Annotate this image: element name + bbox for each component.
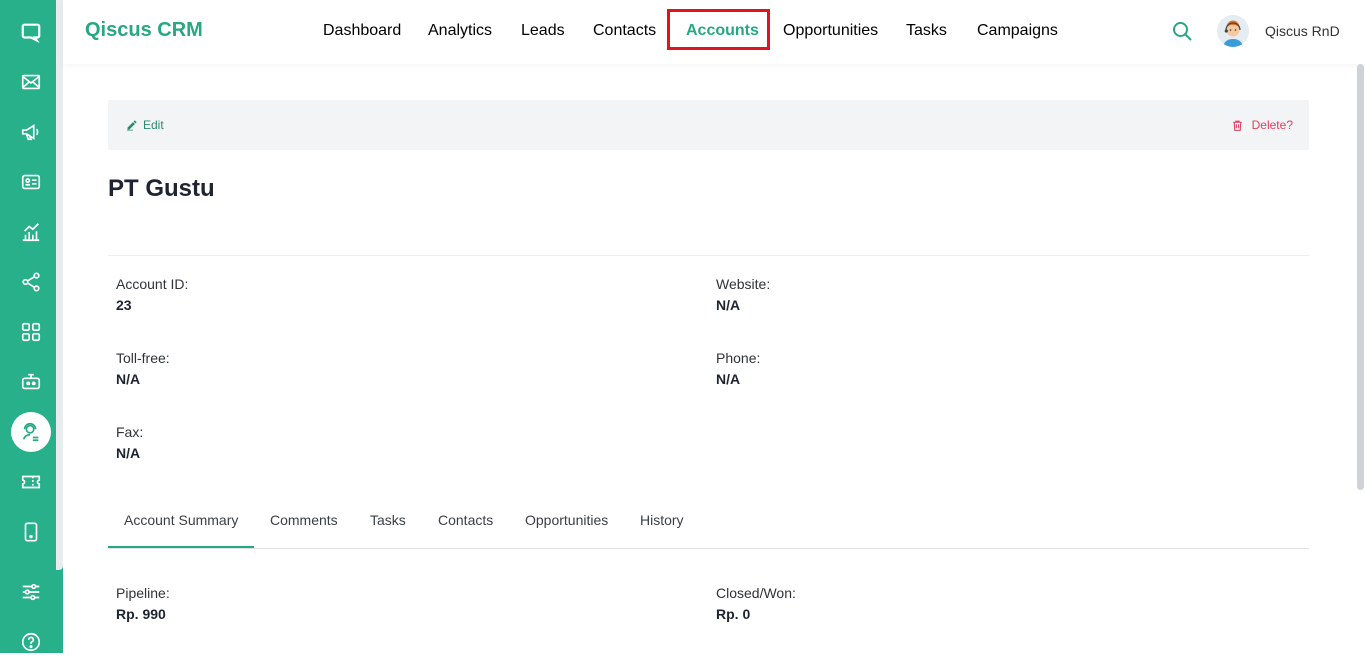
trash-icon: [1232, 120, 1242, 131]
field-value: Rp. 990: [116, 606, 166, 622]
brand-logo[interactable]: Qiscus CRM: [85, 19, 203, 42]
top-navbar: Qiscus CRM Dashboard Analytics Leads Con…: [63, 0, 1365, 64]
page-scrollbar[interactable]: [1357, 64, 1364, 490]
delete-button[interactable]: Delete?: [1231, 118, 1293, 132]
field-closed-won: Closed/Won: Rp. 0: [716, 585, 796, 623]
divider: [108, 255, 1309, 256]
bot-icon[interactable]: [16, 367, 46, 397]
pencil-icon: [127, 120, 137, 131]
field-value: N/A: [116, 445, 141, 461]
avatar[interactable]: [1217, 15, 1249, 47]
tab-opportunities[interactable]: Opportunities: [525, 512, 608, 528]
field-label: Closed/Won:: [716, 585, 796, 601]
nav-campaigns[interactable]: Campaigns: [977, 22, 1058, 40]
tab-account-summary[interactable]: Account Summary: [124, 512, 238, 528]
share-icon[interactable]: [16, 267, 46, 297]
nav-leads[interactable]: Leads: [521, 22, 565, 40]
field-label: Pipeline:: [116, 585, 170, 601]
field-label: Phone:: [716, 350, 761, 366]
tab-history[interactable]: History: [640, 512, 684, 528]
field-phone: Phone: N/A: [716, 350, 760, 388]
sidebar: [0, 0, 63, 653]
delete-label: Delete?: [1251, 118, 1293, 132]
tab-comments[interactable]: Comments: [270, 512, 338, 528]
field-value: N/A: [716, 371, 741, 387]
megaphone-icon[interactable]: [16, 117, 46, 147]
field-value: 23: [116, 297, 132, 313]
chat-icon[interactable]: [16, 17, 46, 47]
edit-label: Edit: [143, 118, 164, 132]
field-label: Account ID:: [116, 276, 189, 292]
field-toll-free: Toll-free: N/A: [116, 350, 170, 388]
ticket-icon[interactable]: [16, 467, 46, 497]
page-title: PT Gustu: [108, 175, 215, 202]
chart-icon[interactable]: [16, 217, 46, 247]
id-card-icon[interactable]: [16, 167, 46, 197]
edit-button[interactable]: Edit: [126, 118, 164, 132]
field-value: Rp. 0: [716, 606, 751, 622]
nav-tasks[interactable]: Tasks: [906, 22, 947, 40]
field-label: Website:: [716, 276, 771, 292]
mail-icon[interactable]: [16, 67, 46, 97]
nav-opportunities[interactable]: Opportunities: [783, 22, 878, 40]
field-account-id: Account ID: 23: [116, 276, 188, 314]
field-value: N/A: [716, 297, 741, 313]
mobile-icon[interactable]: [16, 517, 46, 547]
nav-contacts[interactable]: Contacts: [593, 22, 656, 40]
field-value: N/A: [116, 371, 141, 387]
nav-dashboard[interactable]: Dashboard: [323, 22, 401, 40]
field-label: Toll-free:: [116, 350, 170, 366]
nav-accounts[interactable]: Accounts: [686, 22, 759, 40]
tab-contacts[interactable]: Contacts: [438, 512, 493, 528]
search-icon[interactable]: [1170, 19, 1194, 43]
user-name[interactable]: Qiscus RnD: [1265, 23, 1340, 39]
field-website: Website: N/A: [716, 276, 770, 314]
action-bar: Edit Delete?: [108, 100, 1309, 150]
apps-icon[interactable]: [16, 317, 46, 347]
agent-icon[interactable]: [11, 412, 51, 452]
nav-analytics[interactable]: Analytics: [428, 22, 492, 40]
tab-tasks[interactable]: Tasks: [370, 512, 406, 528]
field-fax: Fax: N/A: [116, 424, 143, 462]
detail-tabs: Account Summary Comments Tasks Contacts …: [108, 500, 1309, 549]
active-tab-indicator: [108, 546, 254, 548]
field-pipeline: Pipeline: Rp. 990: [116, 585, 170, 623]
field-label: Fax:: [116, 424, 144, 440]
settings-sliders-icon[interactable]: [16, 577, 46, 607]
sidebar-scrollbar[interactable]: [56, 0, 63, 570]
